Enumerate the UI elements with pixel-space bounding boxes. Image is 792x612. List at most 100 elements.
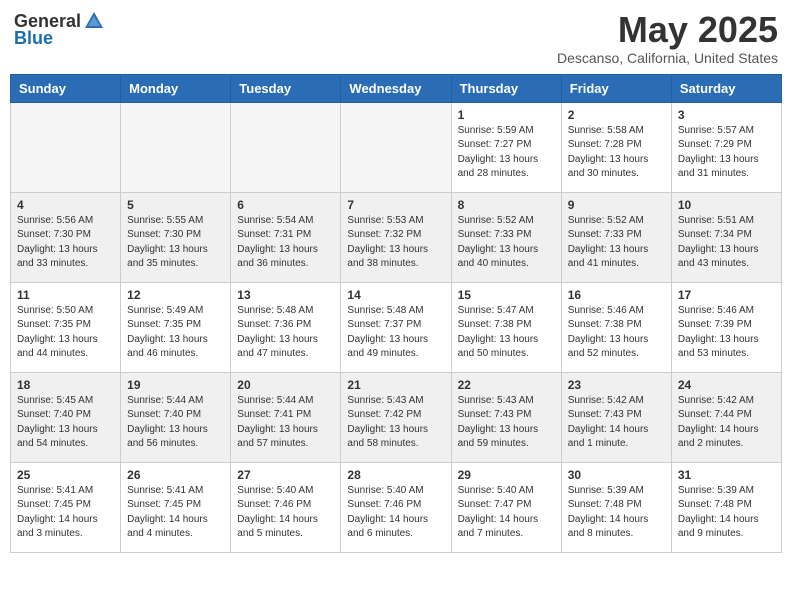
day-info: Sunrise: 5:42 AMSunset: 7:44 PMDaylight:…: [678, 394, 775, 452]
day-number: 23: [568, 378, 665, 392]
day-info: Sunrise: 5:45 AMSunset: 7:40 PMDaylight:…: [17, 394, 114, 452]
day-number: 11: [17, 288, 114, 302]
calendar-header-sunday: Sunday: [11, 74, 121, 102]
day-number: 12: [127, 288, 224, 302]
day-info: Sunrise: 5:41 AMSunset: 7:45 PMDaylight:…: [17, 484, 114, 542]
calendar-cell: 21Sunrise: 5:43 AMSunset: 7:42 PMDayligh…: [341, 372, 451, 462]
calendar-cell: 22 Sunrise: 5:43 AMSunset: 7:43 PMDayligh…: [451, 372, 561, 462]
calendar-cell: 4 Sunrise: 5:56 AMSunset: 7:30 PMDaylight…: [11, 192, 121, 282]
calendar-header-tuesday: Tuesday: [231, 74, 341, 102]
day-info: Sunrise: 5:40 AMSunset: 7:46 PMDaylight:…: [347, 484, 444, 542]
calendar-cell: 18 Sunrise: 5:45 AMSunset: 7:40 PMDayligh…: [11, 372, 121, 462]
calendar-cell: 6 Sunrise: 5:54 AMSunset: 7:31 PMDaylight…: [231, 192, 341, 282]
calendar-cell: [231, 102, 341, 192]
day-info: Sunrise: 5:40 AMSunset: 7:47 PMDaylight:…: [458, 484, 555, 542]
day-info: Sunrise: 5:48 AMSunset: 7:37 PMDaylight:…: [347, 304, 444, 362]
calendar-cell: 14 Sunrise: 5:48 AMSunset: 7:37 PMDayligh…: [341, 282, 451, 372]
day-info: Sunrise: 5:52 AMSunset: 7:33 PMDaylight:…: [458, 214, 555, 272]
calendar-week-row-2: 4 Sunrise: 5:56 AMSunset: 7:30 PMDaylight…: [11, 192, 782, 282]
calendar-table: SundayMondayTuesdayWednesdayThursdayFrid…: [10, 74, 782, 553]
day-info: Sunrise: 5:57 AMSunset: 7:29 PMDaylight:…: [678, 124, 775, 182]
day-info: Sunrise: 5:50 AMSunset: 7:35 PMDaylight:…: [17, 304, 114, 362]
logo-icon: [83, 10, 105, 32]
calendar-cell: 12 Sunrise: 5:49 AMSunset: 7:35 PMDayligh…: [121, 282, 231, 372]
location-subtitle: Descanso, California, United States: [557, 50, 778, 66]
calendar-cell: 19Sunrise: 5:44 AMSunset: 7:40 PMDayligh…: [121, 372, 231, 462]
calendar-cell: 9 Sunrise: 5:52 AMSunset: 7:33 PMDaylight…: [561, 192, 671, 282]
day-number: 22: [458, 378, 555, 392]
day-info: Sunrise: 5:43 AMSunset: 7:43 PMDaylight:…: [458, 394, 555, 452]
day-info: Sunrise: 5:44 AMSunset: 7:41 PMDaylight:…: [237, 394, 334, 452]
day-number: 17: [678, 288, 775, 302]
calendar-cell: 20 Sunrise: 5:44 AMSunset: 7:41 PMDayligh…: [231, 372, 341, 462]
calendar-cell: 24 Sunrise: 5:42 AMSunset: 7:44 PMDayligh…: [671, 372, 781, 462]
calendar-cell: 7Sunrise: 5:53 AMSunset: 7:32 PMDaylight…: [341, 192, 451, 282]
calendar-cell: 26 Sunrise: 5:41 AMSunset: 7:45 PMDayligh…: [121, 462, 231, 552]
calendar-cell: 16 Sunrise: 5:46 AMSunset: 7:38 PMDayligh…: [561, 282, 671, 372]
day-info: Sunrise: 5:55 AMSunset: 7:30 PMDaylight:…: [127, 214, 224, 272]
logo-blue-text: Blue: [14, 28, 53, 49]
day-number: 31: [678, 468, 775, 482]
day-number: 24: [678, 378, 775, 392]
day-number: 14: [347, 288, 444, 302]
day-number: 16: [568, 288, 665, 302]
calendar-header-monday: Monday: [121, 74, 231, 102]
day-number: 30: [568, 468, 665, 482]
day-info: Sunrise: 5:46 AMSunset: 7:38 PMDaylight:…: [568, 304, 665, 362]
calendar-cell: 25 Sunrise: 5:41 AMSunset: 7:45 PMDayligh…: [11, 462, 121, 552]
day-number: 4: [17, 198, 114, 212]
day-info: Sunrise: 5:39 AMSunset: 7:48 PMDaylight:…: [568, 484, 665, 542]
calendar-header-wednesday: Wednesday: [341, 74, 451, 102]
calendar-cell: 29Sunrise: 5:40 AMSunset: 7:47 PMDayligh…: [451, 462, 561, 552]
calendar-cell: 5 Sunrise: 5:55 AMSunset: 7:30 PMDaylight…: [121, 192, 231, 282]
day-info: Sunrise: 5:49 AMSunset: 7:35 PMDaylight:…: [127, 304, 224, 362]
calendar-cell: 27 Sunrise: 5:40 AMSunset: 7:46 PMDayligh…: [231, 462, 341, 552]
day-info: Sunrise: 5:41 AMSunset: 7:45 PMDaylight:…: [127, 484, 224, 542]
day-info: Sunrise: 5:54 AMSunset: 7:31 PMDaylight:…: [237, 214, 334, 272]
calendar-cell: 23Sunrise: 5:42 AMSunset: 7:43 PMDayligh…: [561, 372, 671, 462]
calendar-header-saturday: Saturday: [671, 74, 781, 102]
day-number: 27: [237, 468, 334, 482]
day-info: Sunrise: 5:47 AMSunset: 7:38 PMDaylight:…: [458, 304, 555, 362]
day-number: 5: [127, 198, 224, 212]
calendar-cell: 10 Sunrise: 5:51 AMSunset: 7:34 PMDayligh…: [671, 192, 781, 282]
calendar-cell: 1Sunrise: 5:59 AMSunset: 7:27 PMDaylight…: [451, 102, 561, 192]
day-info: Sunrise: 5:56 AMSunset: 7:30 PMDaylight:…: [17, 214, 114, 272]
day-number: 25: [17, 468, 114, 482]
day-info: Sunrise: 5:46 AMSunset: 7:39 PMDaylight:…: [678, 304, 775, 362]
logo: General Blue: [14, 10, 105, 49]
calendar-cell: 2 Sunrise: 5:58 AMSunset: 7:28 PMDaylight…: [561, 102, 671, 192]
calendar-cell: 28 Sunrise: 5:40 AMSunset: 7:46 PMDayligh…: [341, 462, 451, 552]
day-number: 18: [17, 378, 114, 392]
calendar-cell: 3Sunrise: 5:57 AMSunset: 7:29 PMDaylight…: [671, 102, 781, 192]
day-number: 15: [458, 288, 555, 302]
day-info: Sunrise: 5:51 AMSunset: 7:34 PMDaylight:…: [678, 214, 775, 272]
calendar-header-thursday: Thursday: [451, 74, 561, 102]
calendar-cell: 8Sunrise: 5:52 AMSunset: 7:33 PMDaylight…: [451, 192, 561, 282]
calendar-week-row-5: 25 Sunrise: 5:41 AMSunset: 7:45 PMDayligh…: [11, 462, 782, 552]
day-number: 26: [127, 468, 224, 482]
calendar-week-row-1: 1Sunrise: 5:59 AMSunset: 7:27 PMDaylight…: [11, 102, 782, 192]
title-area: May 2025 Descanso, California, United St…: [557, 10, 778, 66]
month-title: May 2025: [557, 10, 778, 50]
day-info: Sunrise: 5:52 AMSunset: 7:33 PMDaylight:…: [568, 214, 665, 272]
day-number: 6: [237, 198, 334, 212]
calendar-cell: 15 Sunrise: 5:47 AMSunset: 7:38 PMDayligh…: [451, 282, 561, 372]
calendar-cell: 11 Sunrise: 5:50 AMSunset: 7:35 PMDayligh…: [11, 282, 121, 372]
day-info: Sunrise: 5:59 AMSunset: 7:27 PMDaylight:…: [458, 124, 555, 182]
day-info: Sunrise: 5:43 AMSunset: 7:42 PMDaylight:…: [347, 394, 444, 452]
calendar-week-row-4: 18 Sunrise: 5:45 AMSunset: 7:40 PMDayligh…: [11, 372, 782, 462]
calendar-cell: 31 Sunrise: 5:39 AMSunset: 7:48 PMDayligh…: [671, 462, 781, 552]
calendar-cell: 13Sunrise: 5:48 AMSunset: 7:36 PMDayligh…: [231, 282, 341, 372]
day-info: Sunrise: 5:39 AMSunset: 7:48 PMDaylight:…: [678, 484, 775, 542]
calendar-cell: [11, 102, 121, 192]
day-info: Sunrise: 5:40 AMSunset: 7:46 PMDaylight:…: [237, 484, 334, 542]
day-number: 28: [347, 468, 444, 482]
day-number: 20: [237, 378, 334, 392]
day-info: Sunrise: 5:58 AMSunset: 7:28 PMDaylight:…: [568, 124, 665, 182]
day-number: 2: [568, 108, 665, 122]
day-number: 10: [678, 198, 775, 212]
calendar-week-row-3: 11 Sunrise: 5:50 AMSunset: 7:35 PMDayligh…: [11, 282, 782, 372]
day-info: Sunrise: 5:44 AMSunset: 7:40 PMDaylight:…: [127, 394, 224, 452]
day-number: 9: [568, 198, 665, 212]
